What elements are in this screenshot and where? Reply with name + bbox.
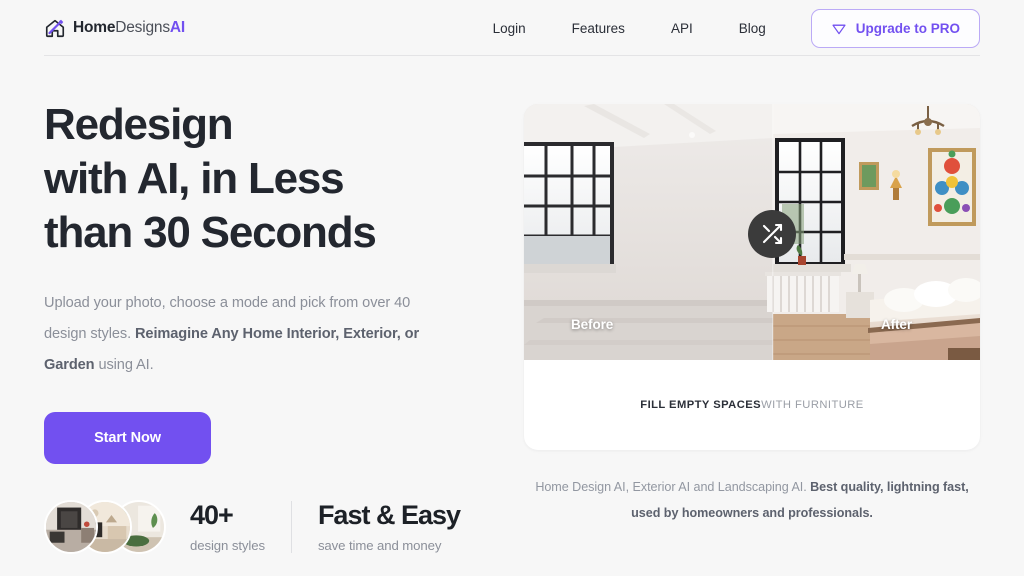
upgrade-to-pro-button[interactable]: Upgrade to PRO bbox=[810, 8, 980, 48]
shuffle-icon bbox=[760, 222, 784, 246]
hero-subtitle: Upload your photo, choose a mode and pic… bbox=[44, 288, 444, 381]
house-pencil-logo-icon bbox=[44, 17, 66, 39]
before-after-slider-handle[interactable] bbox=[748, 210, 796, 258]
after-label: After bbox=[880, 317, 912, 332]
headline-line-2: with AI, in Less bbox=[44, 154, 345, 203]
card-caption: FILL EMPTY SPACES WITH FURNITURE bbox=[524, 360, 980, 450]
brand-part-1: Home bbox=[73, 19, 116, 36]
stat-design-styles-number: 40+ bbox=[190, 499, 234, 530]
avatar-interior-dark bbox=[44, 500, 98, 554]
hero-left-column: Redesign with AI, in Less than 30 Second… bbox=[44, 98, 494, 554]
hero-subtitle-part-2: using AI. bbox=[94, 357, 154, 373]
brand-logo[interactable]: HomeDesignsAI bbox=[44, 17, 185, 39]
brand-part-3: AI bbox=[169, 19, 185, 36]
brand-wordmark: HomeDesignsAI bbox=[73, 19, 185, 37]
main-navigation: Login Features API Blog Upgrade to PRO bbox=[470, 8, 980, 48]
headline-line-1: Redesign bbox=[44, 100, 234, 149]
card-caption-light: WITH FURNITURE bbox=[761, 399, 864, 411]
page-title: Redesign with AI, in Less than 30 Second… bbox=[44, 98, 494, 260]
stat-design-styles-label: design styles bbox=[190, 538, 265, 554]
nav-link-blog[interactable]: Blog bbox=[716, 21, 789, 36]
nav-link-api[interactable]: API bbox=[648, 21, 716, 36]
hero-stats: 40+ design styles Fast & Easy save time … bbox=[44, 500, 494, 554]
stat-fast-easy-label: save time and money bbox=[317, 538, 442, 554]
before-after-card: Before After FILL EMPTY SPACES WITH FURN… bbox=[524, 104, 980, 450]
stat-design-styles: 40+ design styles bbox=[166, 499, 265, 554]
stat-fast-easy: Fast & Easy save time and money bbox=[290, 499, 461, 554]
gem-icon bbox=[831, 20, 847, 36]
headline-line-3: than 30 Seconds bbox=[44, 208, 377, 257]
upgrade-to-pro-label: Upgrade to PRO bbox=[855, 20, 960, 36]
hero-tagline-light: Home Design AI, Exterior AI and Landscap… bbox=[535, 480, 811, 494]
site-header: HomeDesignsAI Login Features API Blog Up… bbox=[0, 0, 1024, 56]
before-after-image[interactable]: Before After bbox=[524, 104, 980, 360]
nav-link-features[interactable]: Features bbox=[549, 21, 648, 36]
hero-tagline: Home Design AI, Exterior AI and Landscap… bbox=[524, 474, 980, 526]
nav-link-login[interactable]: Login bbox=[470, 21, 549, 36]
brand-part-2: Designs bbox=[115, 19, 170, 36]
start-now-button[interactable]: Start Now bbox=[44, 412, 211, 464]
card-caption-bold: FILL EMPTY SPACES bbox=[640, 399, 762, 411]
stat-fast-easy-number: Fast & Easy bbox=[317, 499, 461, 530]
before-label: Before bbox=[571, 317, 614, 332]
avatar-group bbox=[44, 500, 166, 554]
